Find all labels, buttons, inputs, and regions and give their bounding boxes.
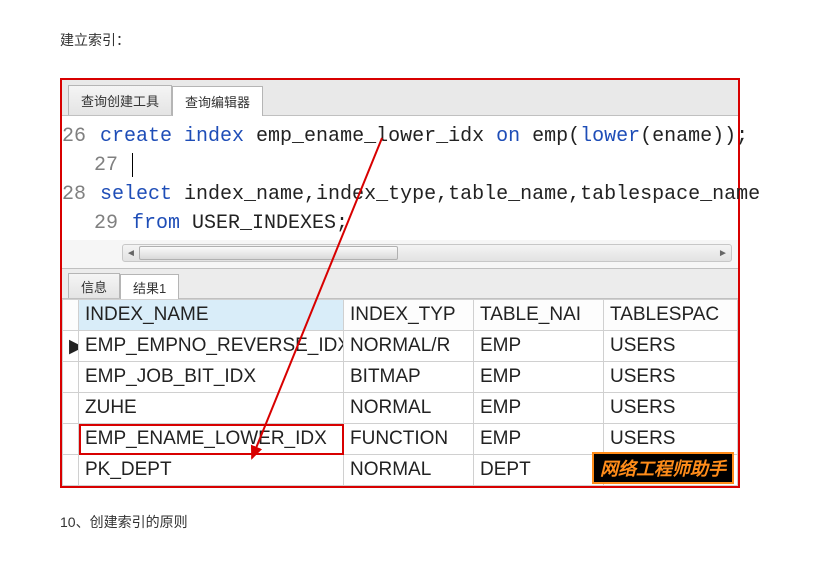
line-number: 27	[62, 151, 132, 180]
code-line-26: 26 create index emp_ename_lower_idx on e…	[62, 122, 738, 151]
line-number: 26	[62, 122, 100, 151]
scroll-left-icon[interactable]: ◄	[123, 245, 139, 261]
tab-query-editor[interactable]: 查询编辑器	[172, 86, 263, 116]
editor-tabstrip: 查询创建工具 查询编辑器	[62, 80, 738, 116]
column-header[interactable]: TABLESPAC	[604, 300, 738, 331]
cell[interactable]: EMP	[474, 393, 604, 424]
cell[interactable]: USERS	[604, 331, 738, 362]
cell[interactable]: FUNCTION	[344, 424, 474, 455]
cell[interactable]: NORMAL/R	[344, 331, 474, 362]
section-heading: 建立索引：	[60, 30, 765, 50]
line-number: 28	[62, 180, 100, 209]
cell-highlighted[interactable]: EMP_ENAME_LOWER_IDX	[79, 424, 344, 455]
line-number: 29	[62, 209, 132, 238]
tab-result1[interactable]: 结果1	[120, 274, 179, 299]
scroll-track[interactable]	[139, 245, 715, 261]
text-cursor	[132, 153, 133, 177]
tab-info[interactable]: 信息	[68, 273, 120, 298]
footnote: 10、创建索引的原则	[60, 512, 765, 532]
cell[interactable]: USERS	[604, 393, 738, 424]
editor-horizontal-scrollbar[interactable]: ◄ ►	[122, 244, 732, 262]
cell[interactable]: EMP_JOB_BIT_IDX	[79, 362, 344, 393]
cell[interactable]: USERS	[604, 424, 738, 455]
output-tabstrip: 信息 结果1	[62, 268, 738, 298]
cell[interactable]: USERS	[604, 362, 738, 393]
cell[interactable]: DEPT	[474, 455, 604, 486]
code-line-28: 28 select index_name,index_type,table_na…	[62, 180, 738, 209]
cell[interactable]: NORMAL	[344, 393, 474, 424]
sql-tool-window: 查询创建工具 查询编辑器 26 create index emp_ename_l…	[60, 78, 740, 488]
column-header[interactable]: INDEX_NAME	[79, 300, 344, 331]
cell[interactable]: NORMAL	[344, 455, 474, 486]
cell[interactable]: EMP_EMPNO_REVERSE_IDX	[79, 331, 344, 362]
tab-query-builder[interactable]: 查询创建工具	[68, 85, 172, 115]
cell[interactable]: EMP	[474, 424, 604, 455]
sql-editor[interactable]: 26 create index emp_ename_lower_idx on e…	[62, 116, 738, 240]
column-header[interactable]: TABLE_NAI	[474, 300, 604, 331]
cell[interactable]: EMP	[474, 331, 604, 362]
cell[interactable]: ZUHE	[79, 393, 344, 424]
column-header[interactable]: INDEX_TYP	[344, 300, 474, 331]
cell[interactable]: PK_DEPT	[79, 455, 344, 486]
cell[interactable]: BITMAP	[344, 362, 474, 393]
code-line-29: 29 from USER_INDEXES;	[62, 209, 738, 238]
cell[interactable]: EMP	[474, 362, 604, 393]
scroll-thumb[interactable]	[139, 246, 398, 260]
code-line-27: 27	[62, 151, 738, 180]
row-cursor-icon: ▶	[63, 331, 79, 362]
table-row[interactable]: ZUHE NORMAL EMP USERS	[63, 393, 738, 424]
table-row[interactable]: EMP_JOB_BIT_IDX BITMAP EMP USERS	[63, 362, 738, 393]
results-header-row: INDEX_NAME INDEX_TYP TABLE_NAI TABLESPAC	[63, 300, 738, 331]
row-indicator-header	[63, 300, 79, 331]
table-row[interactable]: ▶ EMP_EMPNO_REVERSE_IDX NORMAL/R EMP USE…	[63, 331, 738, 362]
table-row[interactable]: EMP_ENAME_LOWER_IDX FUNCTION EMP USERS	[63, 424, 738, 455]
watermark: 网络工程师助手	[592, 452, 734, 484]
scroll-right-icon[interactable]: ►	[715, 245, 731, 261]
